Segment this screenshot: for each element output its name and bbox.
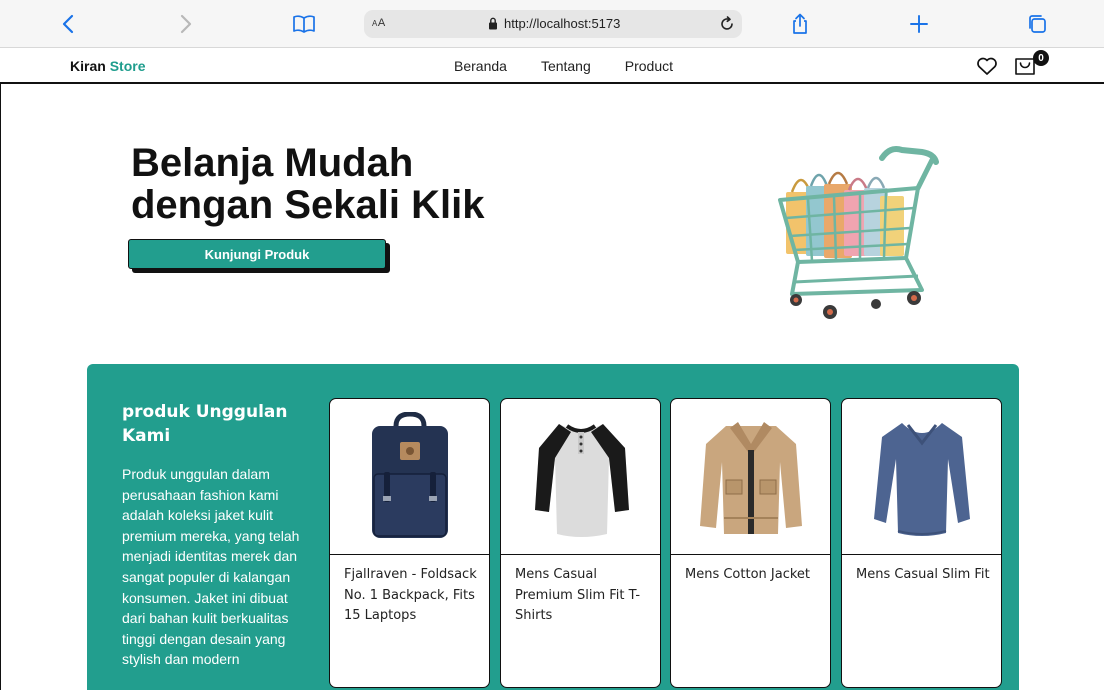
nav-links: Beranda Tentang Product <box>454 58 707 74</box>
heart-icon[interactable] <box>976 56 998 76</box>
nav-link-beranda[interactable]: Beranda <box>454 58 507 74</box>
brand-name: Kiran <box>70 58 106 74</box>
product-image-jacket <box>671 399 830 555</box>
featured-title: produk Unggulan Kami <box>122 402 288 446</box>
hero-title-line1: Belanja Mudah <box>131 141 414 185</box>
product-card[interactable]: Mens Casual Premium Slim Fit T-Shirts <box>500 398 661 688</box>
tabs-button[interactable] <box>1021 8 1053 40</box>
brand-logo[interactable]: Kiran Store <box>70 58 145 74</box>
chevron-right-icon <box>180 14 192 34</box>
plus-icon <box>910 15 928 33</box>
share-button[interactable] <box>784 8 816 40</box>
product-card[interactable]: Mens Cotton Jacket <box>670 398 831 688</box>
bookmarks-button[interactable] <box>288 8 320 40</box>
brand-accent: Store <box>109 58 146 74</box>
lock-icon <box>488 17 498 35</box>
jacket-image <box>699 421 802 534</box>
nav-link-tentang[interactable]: Tentang <box>541 58 591 74</box>
shopping-cart-illustration <box>778 146 939 319</box>
share-icon <box>793 13 807 34</box>
visit-products-button[interactable]: Kunjungi Produk <box>128 239 386 269</box>
browser-toolbar: AA http://localhost:5173 <box>0 0 1104 48</box>
chevron-left-icon <box>62 14 74 34</box>
nav-link-product[interactable]: Product <box>625 58 673 74</box>
product-name: Mens Cotton Jacket <box>685 567 811 582</box>
tabs-icon <box>1029 15 1046 33</box>
backpack-image <box>371 411 448 538</box>
site-navbar: Kiran Store Beranda Tentang Product <box>0 48 1104 84</box>
product-name: Mens Casual Slim Fit <box>856 567 990 582</box>
product-card[interactable]: Fjallraven - Foldsack No. 1 Backpack, Fi… <box>329 398 490 688</box>
new-tab-button[interactable] <box>903 8 935 40</box>
raglan-shirt-image <box>534 423 629 537</box>
product-card[interactable]: Mens Casual Slim Fit <box>841 398 1002 688</box>
url-text: http://localhost:5173 <box>504 16 621 31</box>
long-sleeve-shirt-image <box>873 422 970 536</box>
featured-description: Produk unggulan dalam perusahaan fashion… <box>122 466 300 668</box>
text-size-button[interactable]: AA <box>372 17 386 29</box>
hero-title-line2: dengan Sekali Klik <box>131 183 485 227</box>
reload-icon[interactable] <box>716 13 738 35</box>
back-button[interactable] <box>52 8 84 40</box>
page-border <box>0 84 1 690</box>
cart-count-badge: 0 <box>1033 50 1049 66</box>
product-image-long-sleeve-shirt <box>842 399 1001 555</box>
hero-title: Belanja Mudah dengan Sekali Klik <box>131 142 571 226</box>
product-image-raglan-shirt <box>501 399 660 555</box>
product-name: Mens Casual Premium Slim Fit T-Shirts <box>515 567 641 623</box>
product-name: Fjallraven - Foldsack No. 1 Backpack, Fi… <box>344 567 477 623</box>
product-image-backpack <box>330 399 489 555</box>
book-icon <box>293 15 315 33</box>
forward-button[interactable] <box>170 8 202 40</box>
address-bar[interactable]: AA http://localhost:5173 <box>364 10 742 38</box>
